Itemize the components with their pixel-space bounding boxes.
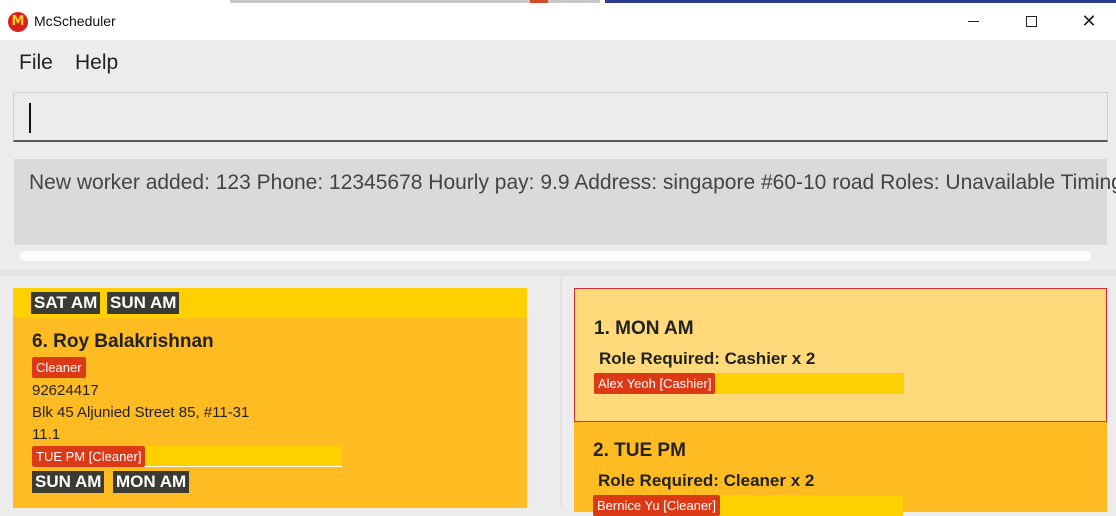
app-logo-icon: M bbox=[8, 12, 28, 32]
shift-card[interactable]: 1. MON AM Role Required: Cashier x 2 Ale… bbox=[574, 288, 1107, 422]
shift-list-panel[interactable]: 1. MON AM Role Required: Cashier x 2 Ale… bbox=[562, 276, 1116, 516]
command-input[interactable] bbox=[14, 93, 1107, 140]
minimize-icon bbox=[967, 21, 979, 22]
worker-address: Blk 45 Aljunied Street 85, #11-31 bbox=[32, 404, 250, 421]
shift-role-required: Role Required: Cashier x 2 bbox=[599, 349, 816, 368]
menu-file[interactable]: File bbox=[19, 51, 53, 75]
worker-name: 6. Roy Balakrishnan bbox=[32, 331, 214, 352]
close-icon: ✕ bbox=[1081, 11, 1097, 32]
maximize-button[interactable] bbox=[1002, 3, 1060, 40]
menu-bar: File Help bbox=[0, 40, 1116, 84]
worker-phone: 92624417 bbox=[32, 382, 99, 399]
maximize-icon bbox=[1025, 16, 1037, 27]
worker-pay: 11.1 bbox=[32, 426, 61, 443]
unavailable-tag: SAT AM bbox=[31, 292, 101, 314]
result-display: New worker added: 123 Phone: 12345678 Ho… bbox=[14, 159, 1116, 245]
shift-role-required: Role Required: Cleaner x 2 bbox=[598, 471, 815, 490]
command-box[interactable] bbox=[13, 92, 1108, 142]
worker-list-panel[interactable]: SAT AM SUN AM 6. Roy Balakrishnan Cleane… bbox=[0, 276, 560, 508]
result-horizontal-scrollbar[interactable] bbox=[20, 251, 1091, 261]
close-button[interactable]: ✕ bbox=[1060, 3, 1116, 40]
window-title: McScheduler bbox=[34, 13, 116, 29]
worker-card-previous[interactable]: SAT AM SUN AM bbox=[13, 288, 527, 318]
result-message: New worker added: 123 Phone: 12345678 Ho… bbox=[29, 171, 1116, 194]
assigned-shifts-bar: TUE PM [Cleaner] bbox=[32, 446, 342, 467]
worker-card[interactable]: 6. Roy Balakrishnan Cleaner 92624417 Blk… bbox=[13, 318, 527, 508]
assigned-worker-tag: Alex Yeoh [Cashier] bbox=[594, 373, 716, 394]
shift-title: 2. TUE PM bbox=[593, 440, 686, 461]
menu-help[interactable]: Help bbox=[75, 51, 118, 75]
unavailable-tag: SUN AM bbox=[32, 471, 105, 493]
title-bar: M McScheduler ✕ bbox=[0, 3, 1116, 40]
role-tag: Cleaner bbox=[32, 357, 86, 378]
shift-title: 1. MON AM bbox=[594, 318, 694, 339]
minimize-button[interactable] bbox=[944, 3, 1002, 40]
assigned-shift-tag: TUE PM [Cleaner] bbox=[32, 446, 146, 467]
shift-assignments-bar: Alex Yeoh [Cashier] bbox=[594, 373, 904, 394]
unavailable-tag: SUN AM bbox=[107, 292, 180, 314]
unavailable-tag: MON AM bbox=[113, 471, 190, 493]
shift-card[interactable]: 2. TUE PM Role Required: Cleaner x 2 Ber… bbox=[574, 422, 1107, 516]
text-caret bbox=[29, 103, 31, 133]
